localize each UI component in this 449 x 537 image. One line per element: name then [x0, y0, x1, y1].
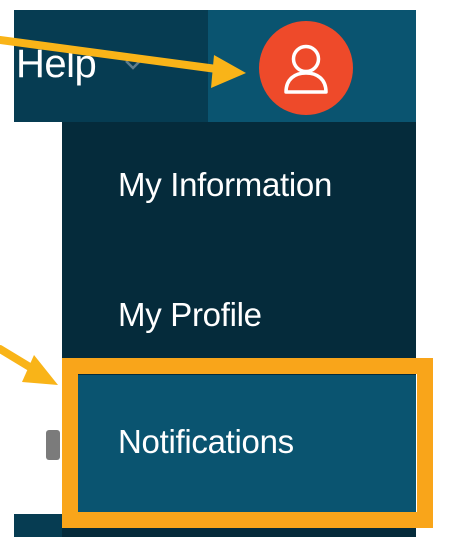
help-menu-label[interactable]: Help [16, 42, 97, 87]
menu-item-my-profile[interactable]: My Profile [118, 296, 262, 334]
chevron-down-icon[interactable] [124, 58, 142, 72]
user-icon[interactable] [259, 21, 353, 115]
highlight-box [62, 358, 433, 528]
gear-icon [46, 430, 60, 460]
top-edge [14, 0, 449, 10]
screenshot-stage: Help My Information My Profile Notificat… [0, 0, 449, 537]
left-margin [0, 0, 14, 537]
menu-item-my-information[interactable]: My Information [118, 166, 332, 204]
